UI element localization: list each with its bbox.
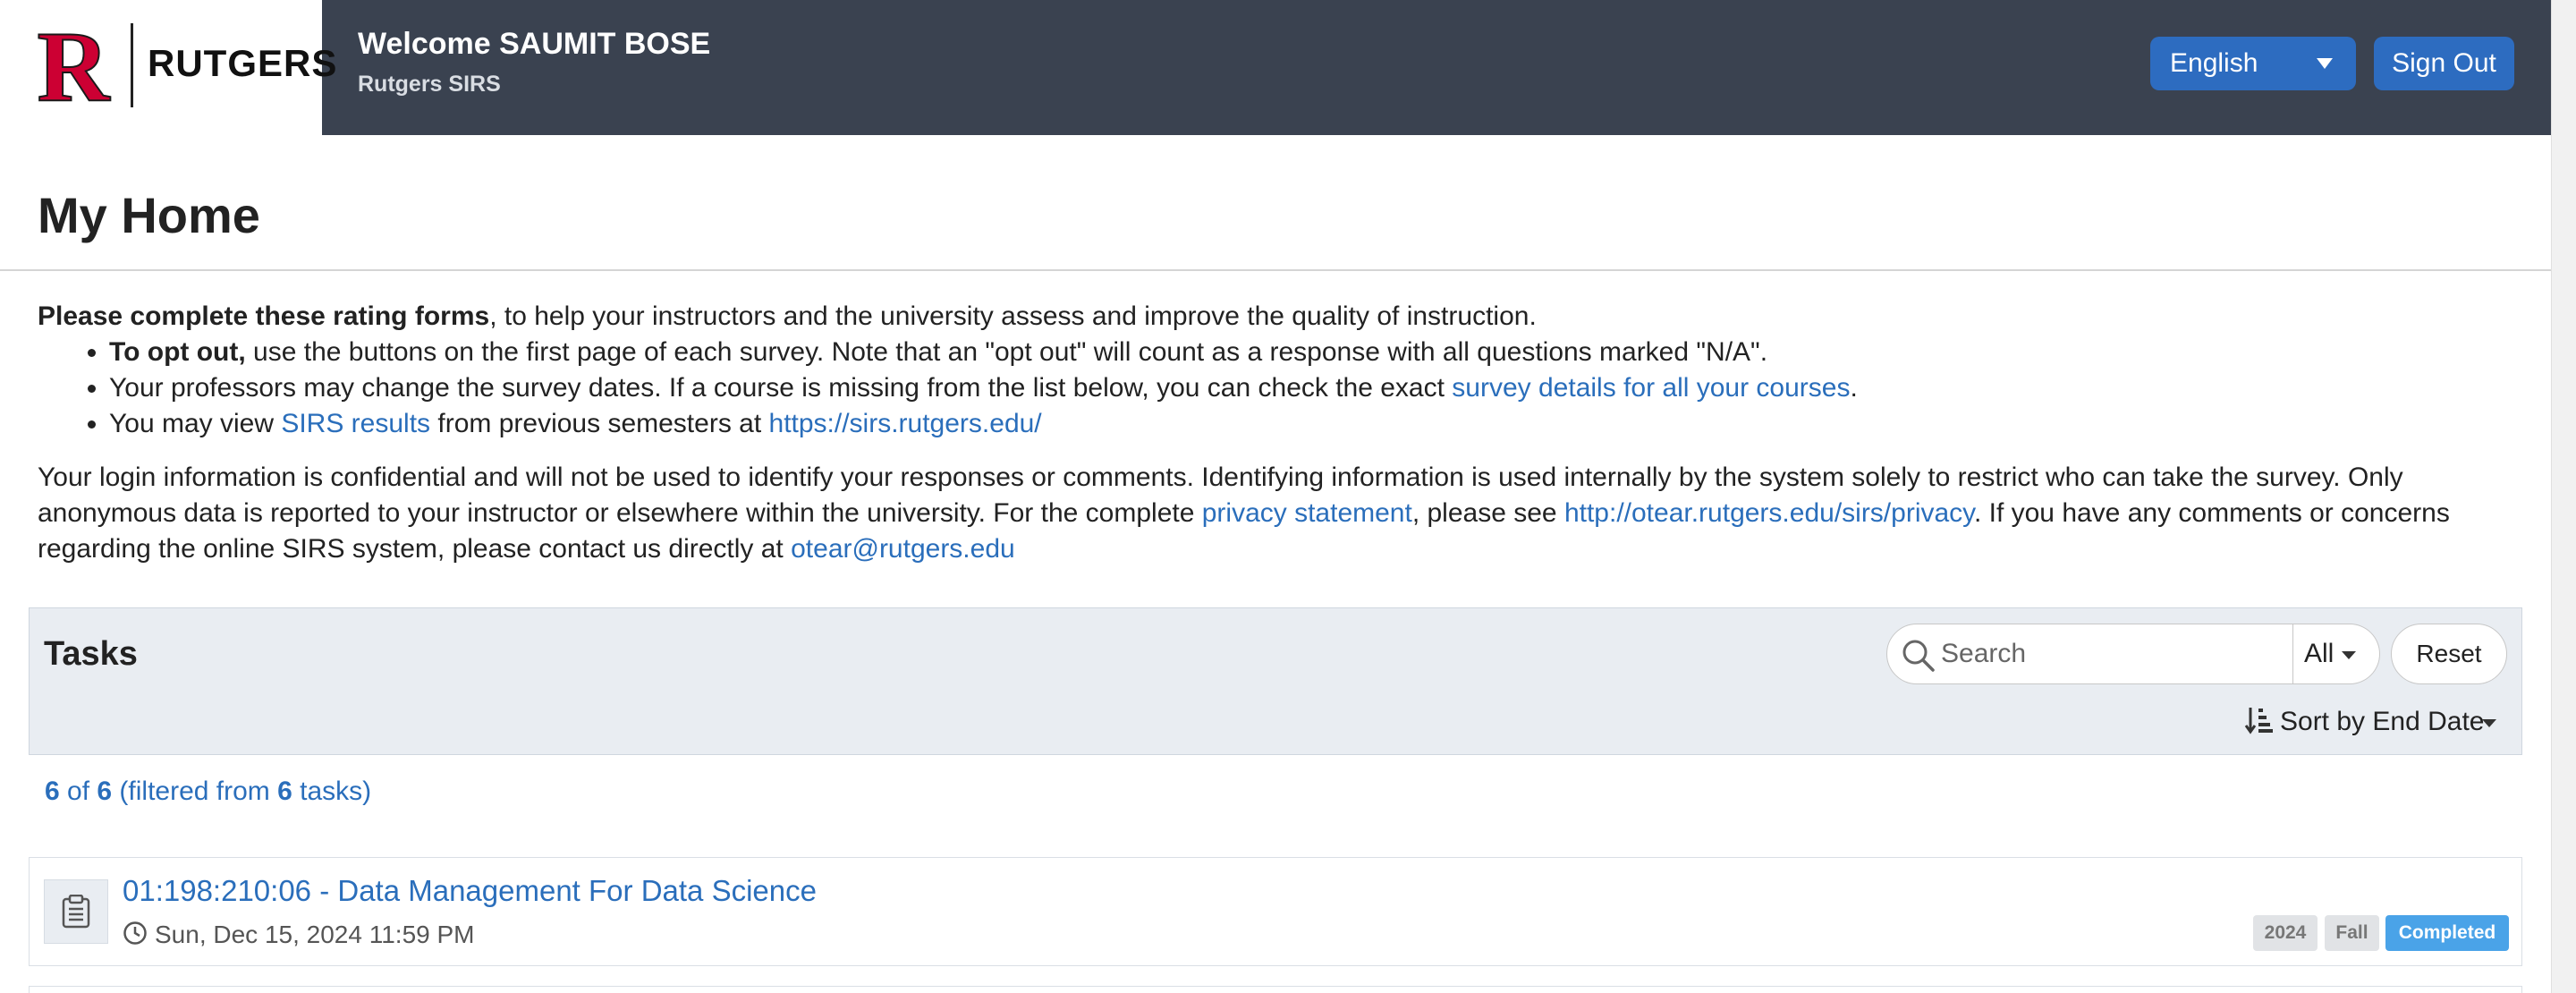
tasks-panel: Tasks All Reset Sort by End Date xyxy=(29,607,2522,755)
filter-value: All xyxy=(2304,639,2334,668)
privacy-url-link[interactable]: http://otear.rutgers.edu/sirs/privacy xyxy=(1564,498,1974,528)
sort-label: Sort by End Date xyxy=(2280,707,2485,736)
term-badge: Fall xyxy=(2325,915,2379,951)
top-header: R RUTGERS Welcome SAUMIT BOSE Rutgers SI… xyxy=(0,0,2551,135)
tasks-heading: Tasks xyxy=(44,635,138,673)
count-shown: 6 xyxy=(45,777,60,806)
caret-down-icon xyxy=(2342,651,2356,659)
search-icon xyxy=(1902,640,1935,672)
intro-lead-bold: Please complete these rating forms xyxy=(38,301,490,331)
logo-wordmark: RUTGERS xyxy=(148,42,338,84)
privacy-statement-link[interactable]: privacy statement xyxy=(1202,498,1412,528)
sirs-url-link[interactable]: https://sirs.rutgers.edu/ xyxy=(769,409,1042,438)
rutgers-logo[interactable]: R RUTGERS xyxy=(0,0,336,135)
task-title-link[interactable]: 01:198:210:06 - Data Management For Data… xyxy=(123,874,817,908)
count-of-text: of xyxy=(59,777,97,806)
rutgers-r-logo-icon: R xyxy=(37,23,112,107)
task-card[interactable]: 01:198:210:06 - Data Management For Data… xyxy=(29,857,2522,966)
welcome-message: Welcome SAUMIT BOSE xyxy=(358,27,711,61)
sign-out-button[interactable]: Sign Out xyxy=(2374,37,2514,90)
sort-descending-icon xyxy=(2244,708,2273,734)
svg-text:R: R xyxy=(38,23,111,107)
year-badge: 2024 xyxy=(2253,915,2318,951)
count-total: 6 xyxy=(97,777,113,806)
task-date-text: Sun, Dec 15, 2024 11:59 PM xyxy=(155,921,475,948)
search-box[interactable] xyxy=(1886,624,2293,684)
survey-details-link[interactable]: survey details for all your courses xyxy=(1452,373,1850,403)
confidentiality-note: Your login information is confidential a… xyxy=(38,460,2542,567)
count-end-text: tasks) xyxy=(292,777,372,806)
intro-lead-text: , to help your instructors and the unive… xyxy=(489,301,1537,331)
page-scrollbar[interactable] xyxy=(2551,0,2576,993)
sirs-results-link[interactable]: SIRS results xyxy=(281,409,430,438)
clipboard-icon xyxy=(62,895,90,929)
title-divider xyxy=(0,269,2551,271)
bullet-survey-dates: Your professors may change the survey da… xyxy=(109,370,2542,406)
intro-bullet-list: To opt out, use the buttons on the first… xyxy=(38,335,2542,442)
app-subtitle: Rutgers SIRS xyxy=(358,72,501,97)
intro-lead: Please complete these rating forms, to h… xyxy=(38,299,2542,335)
status-badge: Completed xyxy=(2385,915,2509,951)
search-input[interactable] xyxy=(1941,633,2281,675)
caret-down-icon xyxy=(2317,58,2333,69)
bullet-opt-out-bold: To opt out, xyxy=(109,337,246,367)
count-all: 6 xyxy=(277,777,292,806)
count-filtered-text: (filtered from xyxy=(112,777,278,806)
bullet-sirs-pre: You may view xyxy=(109,409,282,438)
logo-divider xyxy=(131,23,133,107)
task-card[interactable] xyxy=(29,986,2522,993)
caret-down-icon xyxy=(2482,719,2496,727)
term-filter-select[interactable]: All xyxy=(2293,624,2380,684)
intro-section: Please complete these rating forms, to h… xyxy=(38,299,2542,567)
task-type-icon-box xyxy=(44,879,108,944)
bullet-opt-out-text: use the buttons on the first page of eac… xyxy=(245,337,1768,367)
reset-button[interactable]: Reset xyxy=(2391,624,2507,684)
clock-icon xyxy=(123,921,147,945)
bullet-survey-dates-end: . xyxy=(1850,373,1858,403)
task-count-summary: 6 of 6 (filtered from 6 tasks) xyxy=(45,777,371,807)
language-value: English xyxy=(2170,48,2258,78)
contact-email-link[interactable]: otear@rutgers.edu xyxy=(791,534,1015,564)
sort-dropdown[interactable]: Sort by End Date xyxy=(2244,701,2512,741)
bullet-sirs-mid: from previous semesters at xyxy=(430,409,769,438)
page-title: My Home xyxy=(38,187,260,243)
bullet-sirs-results: You may view SIRS results from previous … xyxy=(109,406,2542,442)
conf-text-2: , please see xyxy=(1411,498,1564,528)
bullet-survey-dates-text: Your professors may change the survey da… xyxy=(109,373,1453,403)
language-select[interactable]: English xyxy=(2150,37,2356,90)
bullet-opt-out: To opt out, use the buttons on the first… xyxy=(109,335,2542,370)
